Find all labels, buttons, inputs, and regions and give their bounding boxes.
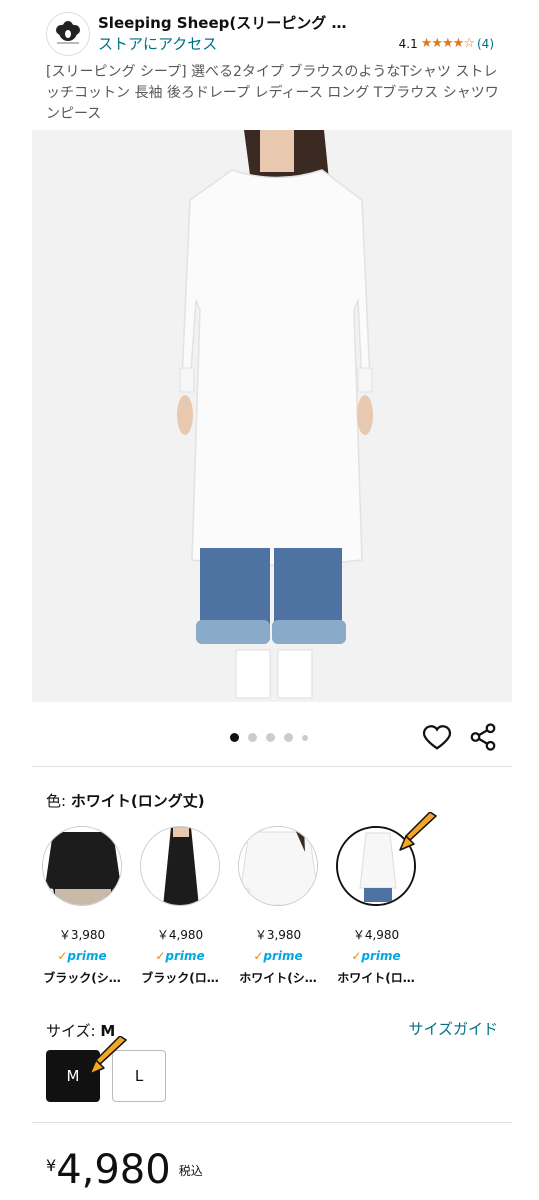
size-guide-link[interactable]: サイズガイド <box>408 1018 498 1039</box>
prime-badge: ✓prime <box>253 949 303 963</box>
pager-dot[interactable] <box>230 733 239 742</box>
wishlist-heart-icon[interactable] <box>422 722 452 752</box>
rating-value: 4.1 <box>398 36 418 51</box>
model-photo <box>32 130 512 702</box>
option-name: ブラック(シ… <box>43 971 121 985</box>
visit-store-link[interactable]: ストアにアクセス <box>98 33 217 54</box>
option-price: ￥4,980 <box>352 928 400 942</box>
color-label-prefix: 色: <box>46 792 67 810</box>
option-name: ホワイト(ロ… <box>337 971 415 985</box>
option-price: ￥4,980 <box>156 928 204 942</box>
rating-stars-icon: ★★★★☆ <box>420 36 475 51</box>
store-name[interactable]: Sleeping Sheep(スリーピング … <box>98 12 346 33</box>
color-option-white-short[interactable]: ￥3,980 ✓prime ホワイト(シ… <box>236 826 320 986</box>
swatch-image <box>42 826 122 906</box>
color-option-black-short[interactable]: ￥3,980 ✓prime ブラック(シ… <box>40 826 124 986</box>
image-pager[interactable] <box>230 733 308 742</box>
prime-badge: ✓prime <box>57 949 107 963</box>
color-swatches: ￥3,980 ✓prime ブラック(シ… ￥4,980 ✓prime ブラック… <box>40 826 418 986</box>
product-price: ¥ 4,980 税込 <box>46 1148 203 1192</box>
product-title: [スリーピング シープ] 選べる2タイプ ブラウスのようなTシャツ ストレッチコ… <box>46 64 499 122</box>
currency-symbol: ¥ <box>46 1156 57 1175</box>
tax-included-label: 税込 <box>178 1164 203 1178</box>
swatch-image <box>238 826 318 906</box>
option-price: ￥3,980 <box>58 928 106 942</box>
section-divider <box>32 766 512 767</box>
highlight-arrow-icon <box>399 812 438 851</box>
color-option-black-long[interactable]: ￥4,980 ✓prime ブラック(ロ… <box>138 826 222 986</box>
swatch-image <box>140 826 220 906</box>
prime-badge: ✓prime <box>155 949 205 963</box>
option-name: ブラック(ロ… <box>141 971 219 985</box>
highlight-arrow-icon <box>89 1036 128 1075</box>
pager-dot[interactable] <box>248 733 257 742</box>
color-label: 色: ホワイト(ロング丈) <box>46 790 205 811</box>
sheep-logo-icon <box>56 21 80 44</box>
rating-count[interactable]: (4) <box>477 37 494 51</box>
option-price: ￥3,980 <box>254 928 302 942</box>
prime-badge: ✓prime <box>351 949 401 963</box>
pager-dot[interactable] <box>284 733 293 742</box>
product-main-image[interactable] <box>32 130 512 702</box>
store-logo[interactable] <box>46 12 90 56</box>
pager-dot[interactable] <box>302 734 308 741</box>
share-icon[interactable] <box>468 722 498 752</box>
store-header: Sleeping Sheep(スリーピング … ストアにアクセス 4.1 ★★★… <box>46 12 506 56</box>
price-amount: 4,980 <box>56 1147 171 1193</box>
option-name: ホワイト(シ… <box>239 971 317 985</box>
selected-color: ホワイト(ロング丈) <box>70 792 205 810</box>
section-divider <box>32 1122 512 1123</box>
store-rating[interactable]: 4.1 ★★★★☆ (4) <box>399 36 494 51</box>
pager-dot[interactable] <box>266 733 275 742</box>
